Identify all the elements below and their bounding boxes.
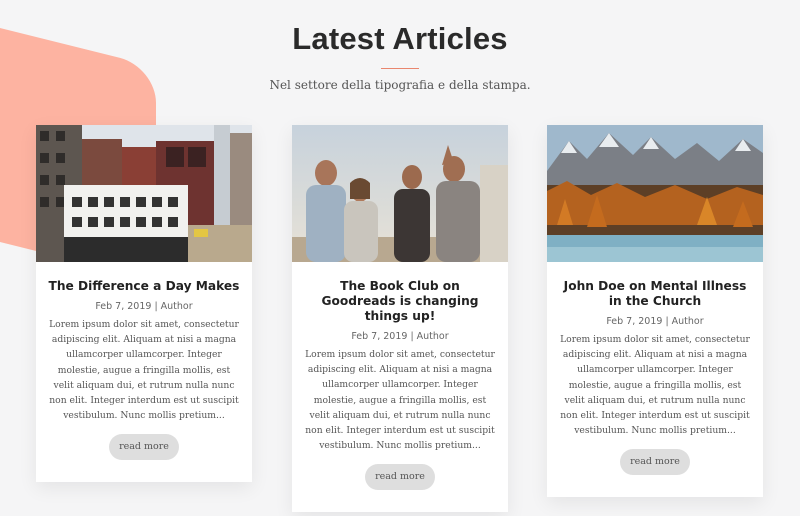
article-title[interactable]: John Doe on Mental Illness in the Church [559, 279, 751, 309]
article-author[interactable]: Author [417, 331, 449, 342]
article-card: The Book Club on Goodreads is changing t… [292, 125, 508, 513]
read-more-button[interactable]: read more [620, 449, 690, 476]
article-date: Feb 7, 2019 [95, 301, 152, 312]
mountain-lake-photo[interactable] [547, 125, 763, 262]
meta-separator: | [665, 316, 669, 327]
article-date: Feb 7, 2019 [606, 316, 663, 327]
city-buildings-photo[interactable] [36, 125, 252, 262]
article-excerpt: Lorem ipsum dolor sit amet, consectetur … [49, 319, 239, 422]
article-meta: Feb 7, 2019 | Author [559, 316, 751, 327]
article-card: The Difference a Day Makes Feb 7, 2019 | A… [36, 125, 252, 483]
read-more-button[interactable]: read more [109, 434, 179, 461]
article-meta: Feb 7, 2019 | Author [304, 331, 496, 342]
title-underline [381, 68, 419, 69]
read-more-button[interactable]: read more [365, 464, 435, 491]
meta-separator: | [410, 331, 414, 342]
article-meta: Feb 7, 2019 | Author [48, 301, 240, 312]
article-title[interactable]: The Difference a Day Makes [48, 279, 240, 294]
article-excerpt: Lorem ipsum dolor sit amet, consectetur … [305, 349, 495, 452]
friends-group-photo[interactable] [292, 125, 508, 262]
section-subtitle: Nel settore della tipografia e della sta… [269, 78, 531, 92]
article-author[interactable]: Author [672, 316, 704, 327]
article-card: John Doe on Mental Illness in the Church… [547, 125, 763, 498]
meta-separator: | [154, 301, 158, 312]
article-author[interactable]: Author [161, 301, 193, 312]
article-excerpt: Lorem ipsum dolor sit amet, consectetur … [560, 334, 750, 437]
article-date: Feb 7, 2019 [351, 331, 408, 342]
article-title[interactable]: The Book Club on Goodreads is changing t… [304, 279, 496, 324]
section-title: Latest Articles [292, 21, 508, 56]
